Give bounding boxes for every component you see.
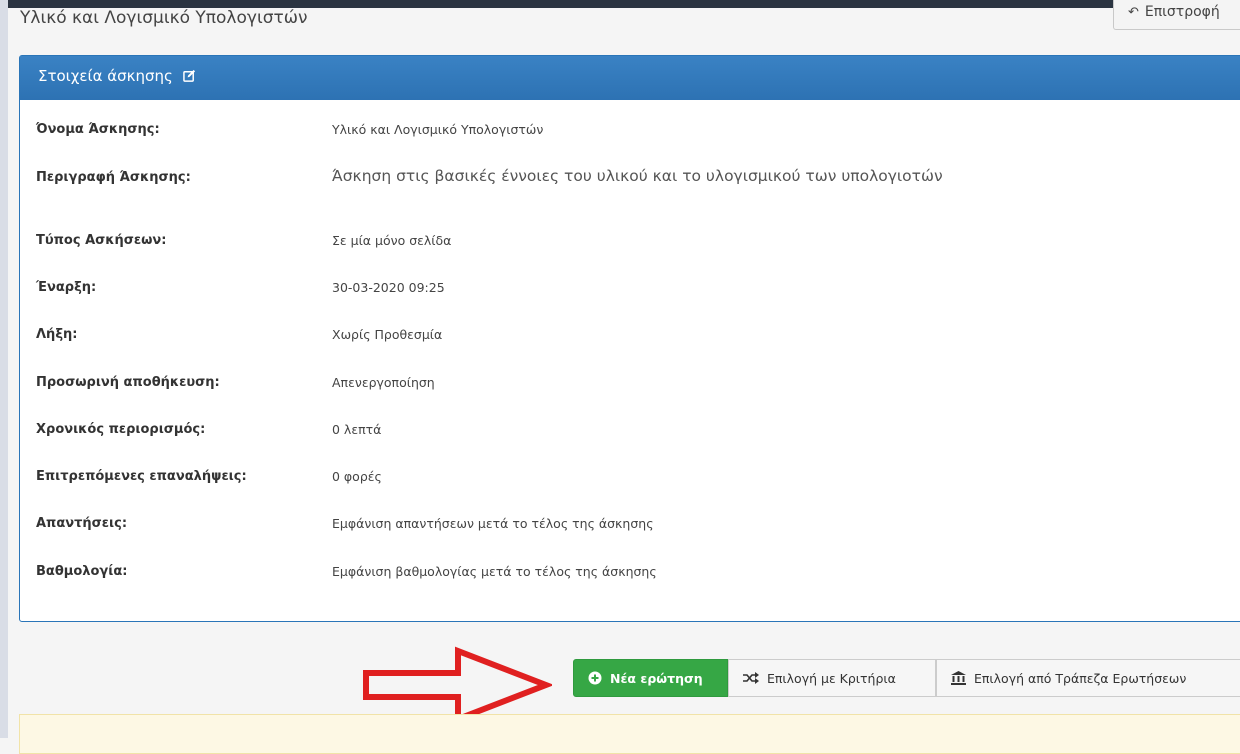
plus-circle-icon xyxy=(588,671,602,685)
new-question-label: Νέα ερώτηση xyxy=(610,670,703,686)
detail-label: Βαθμολογία: xyxy=(36,564,128,579)
detail-label: Τύπος Ασκήσεων: xyxy=(36,233,167,248)
new-question-button[interactable]: Νέα ερώτηση xyxy=(573,659,728,697)
select-by-criteria-label: Επιλογή με Κριτήρια xyxy=(767,670,896,686)
detail-label: Λήξη: xyxy=(36,327,78,342)
detail-label: Απαντήσεις: xyxy=(36,516,128,531)
panel-heading-title: Στοιχεία άσκησης xyxy=(38,67,173,85)
detail-value: Χωρίς Προθεσμία xyxy=(332,327,443,342)
detail-value: Υλικό και Λογισμικό Υπολογιστών xyxy=(332,122,544,137)
detail-label: Έναρξη: xyxy=(36,280,97,295)
select-from-bank-label: Επιλογή από Τράπεζα Ερωτήσεων xyxy=(974,670,1187,686)
detail-value: 0 λεπτά xyxy=(332,422,382,437)
back-button[interactable]: ↶ Επιστροφή xyxy=(1113,0,1240,30)
shuffle-icon xyxy=(743,672,759,684)
page-title: Υλικό και Λογισμικό Υπολογιστών xyxy=(20,8,308,28)
annotation-arrow xyxy=(363,646,552,724)
detail-value: Εμφάνιση βαθμολογίας μετά το τέλος της ά… xyxy=(332,564,657,579)
detail-label: Επιτρεπόμενες επαναλήψεις: xyxy=(36,469,247,484)
bank-icon xyxy=(951,671,966,685)
select-by-criteria-button[interactable]: Επιλογή με Κριτήρια xyxy=(728,659,936,697)
warning-notice xyxy=(19,714,1240,754)
detail-label: Χρονικός περιορισμός: xyxy=(36,422,206,437)
detail-value: Σε μία μόνο σελίδα xyxy=(332,233,452,248)
question-actions: Νέα ερώτηση Επιλογή με Κριτήρια Επιλογή … xyxy=(573,659,1240,697)
detail-value: 30-03-2020 09:25 xyxy=(332,280,445,295)
detail-label: Προσωρινή αποθήκευση: xyxy=(36,375,220,390)
detail-label: Περιγραφή Άσκησης: xyxy=(36,170,191,185)
detail-value: Απενεργοποίηση xyxy=(332,375,435,390)
detail-value: Εμφάνιση απαντήσεων μετά το τέλος της άσ… xyxy=(332,516,654,531)
reply-icon: ↶ xyxy=(1128,5,1139,20)
detail-value: 0 φορές xyxy=(332,469,382,484)
edit-icon[interactable] xyxy=(182,69,196,82)
select-from-bank-button[interactable]: Επιλογή από Τράπεζα Ερωτήσεων xyxy=(936,659,1240,697)
exercise-details-panel: Στοιχεία άσκησης Όνομα Άσκησης: Υλικό κα… xyxy=(19,55,1240,622)
panel-heading: Στοιχεία άσκησης xyxy=(20,56,1240,100)
detail-value: Άσκηση στις βασικές έννοιες του υλικού κ… xyxy=(332,167,943,185)
left-gutter xyxy=(0,0,8,738)
back-button-label: Επιστροφή xyxy=(1144,4,1220,20)
detail-label: Όνομα Άσκησης: xyxy=(36,122,160,137)
window-top-bar xyxy=(0,0,1240,8)
